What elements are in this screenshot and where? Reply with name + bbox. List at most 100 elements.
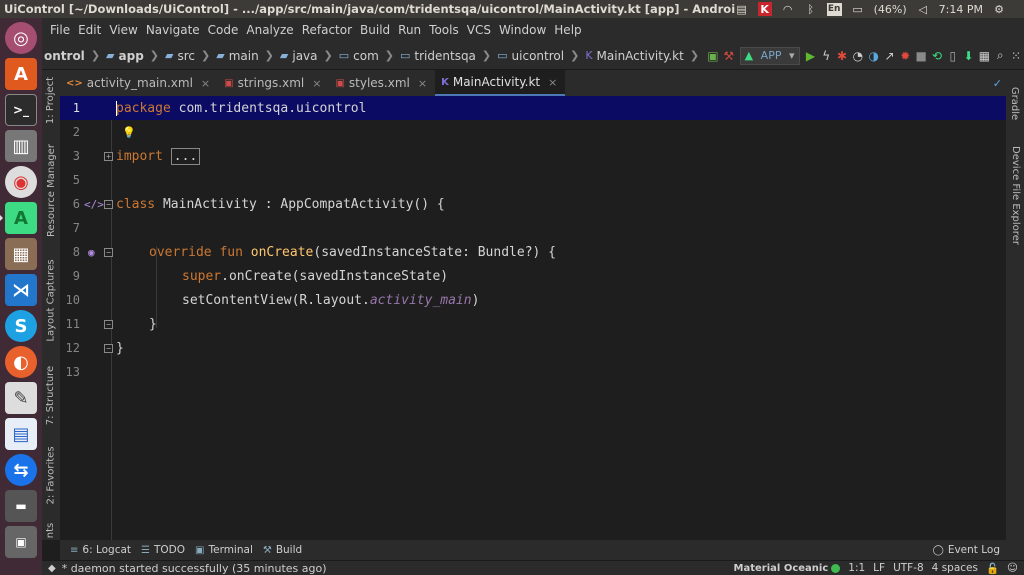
printer-icon[interactable]: ▥ [5,130,37,162]
trash-icon[interactable]: ▣ [5,526,37,558]
inspector-icon[interactable]: ☺ [1007,562,1018,574]
skype-icon[interactable]: S [5,310,37,342]
clock[interactable]: 7:14 PM [939,3,983,16]
breadcrumb-project[interactable]: ontrol [44,49,85,63]
code-line[interactable]: 12 − } [60,336,1006,360]
profile-icon[interactable]: ◑ [868,47,880,65]
layout-inspector-icon[interactable]: ▦ [978,47,990,65]
battery-icon[interactable]: ▭ [851,2,865,16]
teamviewer-icon[interactable]: ⇆ [5,454,37,486]
code-line[interactable]: 13 [60,360,1006,384]
attach-process-icon[interactable]: ✹ [899,47,911,65]
terminal-app-icon[interactable]: >_ [5,94,37,126]
menu-run[interactable]: Run [394,23,425,37]
fold-collapse-icon[interactable]: − [104,247,113,257]
code-line[interactable]: 11 − } [60,312,1006,336]
tool-window-layout-captures[interactable]: Layout Captures [42,255,60,345]
fold-end-icon[interactable]: − [104,319,113,329]
breadcrumb-com[interactable]: com [353,49,379,63]
tool-window-variants[interactable]: nts [42,520,60,540]
menu-edit[interactable]: Edit [74,23,105,37]
tool-event-log[interactable]: ◯ Event Log [933,544,1000,556]
menu-view[interactable]: View [105,23,141,37]
tool-window-resource-manager[interactable]: Resource Manager [42,140,60,240]
power-gear-icon[interactable]: ⚙ [992,2,1006,16]
menu-vcs[interactable]: VCS [463,23,495,37]
software-center-icon[interactable]: A [5,58,37,90]
chrome-icon[interactable]: ◉ [5,166,37,198]
code-line[interactable]: 6 </> − class MainActivity : AppCompatAc… [60,192,1006,216]
menu-file[interactable]: File [46,23,74,37]
sync-gradle-icon[interactable]: ⟲ [931,47,943,65]
run-icon[interactable]: ▶ [805,47,817,65]
tool-logcat[interactable]: ≡ 6: Logcat [70,544,131,556]
document-viewer-icon[interactable]: ▤ [5,418,37,450]
code-line[interactable]: 9 super.onCreate(savedInstanceState) [60,264,1006,288]
make-project-icon[interactable]: ⚒ [723,47,735,65]
code-editor[interactable]: 1 package com.tridentsqa.uicontrol 2 💡 3… [60,96,1006,540]
breadcrumb-app[interactable]: app [119,49,144,63]
menu-code[interactable]: Code [204,23,243,37]
close-icon[interactable]: × [312,77,321,90]
tool-window-device-file-explorer[interactable]: Device File Explorer [1006,140,1024,250]
code-line[interactable]: 7 [60,216,1006,240]
indent-setting[interactable]: 4 spaces [932,562,978,574]
code-line[interactable]: 10 setContentView(R.layout.activity_main… [60,288,1006,312]
text-editor-icon[interactable]: ✎ [5,382,37,414]
run-configuration-select[interactable]: ▲ APP ▾ [739,46,800,65]
folded-imports[interactable]: ... [170,147,201,165]
avd-manager-icon[interactable]: ▯ [947,47,959,65]
postman-icon[interactable]: ◐ [5,346,37,378]
ubuntu-dash-icon[interactable]: ◎ [5,22,37,54]
attach-debugger-icon[interactable]: ↗ [884,47,896,65]
system-monitor-icon[interactable]: ▬ [5,490,37,522]
line-separator[interactable]: LF [873,562,885,574]
file-manager-icon[interactable]: ▦ [5,238,37,270]
lock-icon[interactable]: 🔓 [986,562,999,575]
tab-styles-xml[interactable]: ▣ styles.xml × [329,70,435,96]
grid-icon[interactable]: ⁙ [1010,47,1022,65]
apply-changes-icon[interactable]: ϟ [820,47,832,65]
breadcrumb-java[interactable]: java [292,49,317,63]
coverage-icon[interactable]: ◔ [852,47,864,65]
layout-marker-icon[interactable]: </> [84,198,104,211]
fold-expand-icon[interactable]: + [104,151,113,161]
status-message[interactable]: * daemon started successfully (35 minute… [62,562,327,575]
breadcrumb-uicontrol[interactable]: uicontrol [512,49,565,63]
keyboard-layout-indicator[interactable]: En [826,2,842,16]
fold-collapse-icon[interactable]: − [104,199,113,209]
tool-window-favorites[interactable]: 2: Favorites [42,440,60,510]
tab-strings-xml[interactable]: ▣ strings.xml × [218,70,329,96]
code-line[interactable]: 2 💡 [60,120,1006,144]
close-icon[interactable]: × [548,76,557,89]
file-encoding[interactable]: UTF-8 [893,562,924,574]
breadcrumb-file[interactable]: MainActivity.kt [597,49,684,63]
stop-icon[interactable]: ■ [915,47,927,65]
menu-refactor[interactable]: Refactor [298,23,356,37]
kaspersky-icon[interactable]: K [757,2,772,16]
breadcrumb-main[interactable]: main [229,49,259,63]
tool-todo[interactable]: ☰ TODO [141,544,185,556]
tool-window-structure[interactable]: 7: Structure [42,360,60,430]
lightbulb-icon[interactable]: 💡 [122,126,136,139]
vscode-icon[interactable]: ⋊ [5,274,37,306]
code-line[interactable]: 5 [60,168,1006,192]
terminal-toolbar-icon[interactable]: ▣ [707,47,719,65]
code-line[interactable]: 3 + import ... [60,144,1006,168]
menu-window[interactable]: Window [495,23,550,37]
code-line[interactable]: 8 ◉ − override fun onCreate(savedInstanc… [60,240,1006,264]
tool-terminal[interactable]: ▣ Terminal [195,544,253,556]
search-icon[interactable]: ⌕ [994,47,1006,65]
menu-analyze[interactable]: Analyze [242,23,297,37]
android-studio-icon[interactable]: A [0,202,37,234]
menu-help[interactable]: Help [550,23,585,37]
override-marker-icon[interactable]: ◉ [88,246,95,259]
tool-window-project[interactable]: 1: Project [42,70,60,130]
sdk-manager-icon[interactable]: ⬇ [963,47,975,65]
volume-icon[interactable]: ◁ [916,2,930,16]
wifi-icon[interactable]: ◠ [781,2,795,16]
close-icon[interactable]: × [418,77,427,90]
tab-mainactivity-kt[interactable]: K MainActivity.kt × [435,70,566,96]
close-icon[interactable]: × [201,77,210,90]
theme-indicator[interactable]: Material Oceanic [734,563,841,574]
